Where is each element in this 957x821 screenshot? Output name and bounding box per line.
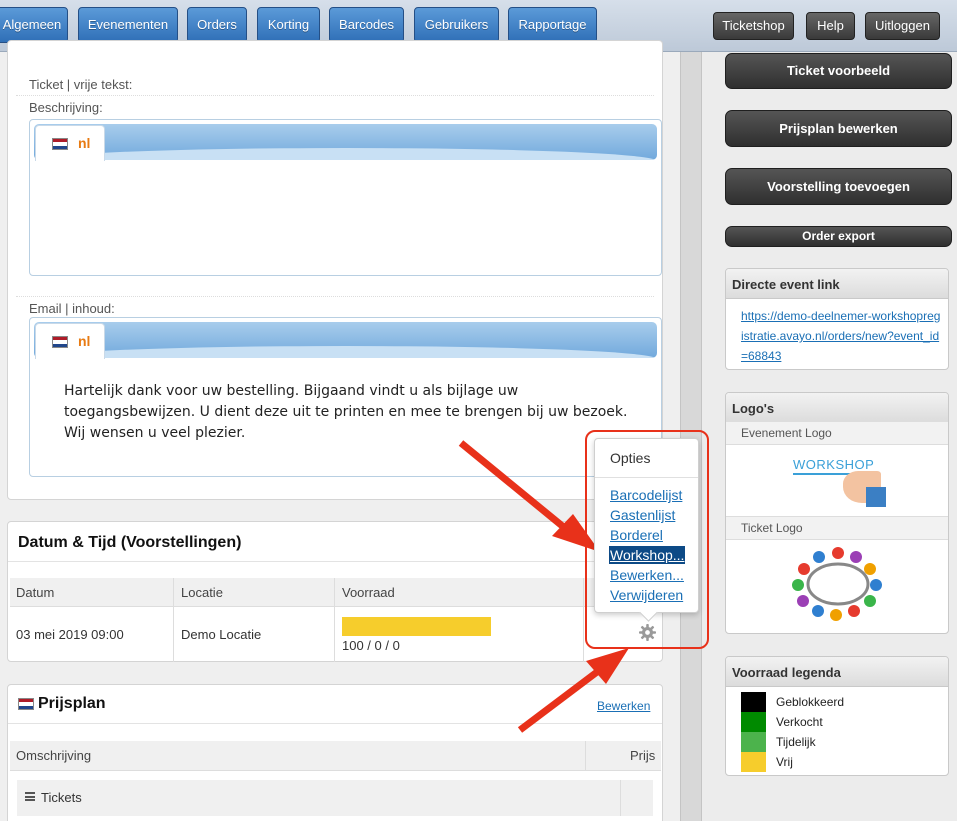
event-logo-label: Evenement Logo bbox=[726, 421, 948, 445]
legend-label-temporary: Tijdelijk bbox=[776, 735, 816, 749]
add-show-button[interactable]: Voorstelling toevoegen bbox=[725, 168, 952, 205]
option-gastenlijst[interactable]: Gastenlijst bbox=[610, 506, 675, 524]
legend-swatch-temporary bbox=[741, 732, 766, 752]
ticket-preview-button[interactable]: Ticket voorbeeld bbox=[725, 53, 952, 89]
popup-title: Opties bbox=[610, 450, 651, 466]
edit-pricing-button[interactable]: Prijsplan bewerken bbox=[725, 110, 952, 147]
ticket-logo-label: Ticket Logo bbox=[726, 516, 948, 540]
option-workshop[interactable]: Workshop... bbox=[609, 546, 686, 564]
tab-nl-label: nl bbox=[78, 333, 91, 349]
ticket-logo-image bbox=[792, 547, 882, 621]
tab-nl[interactable]: nl bbox=[35, 125, 105, 161]
logo-line bbox=[793, 473, 853, 475]
divider bbox=[595, 477, 698, 478]
dutch-flag-icon bbox=[52, 336, 68, 348]
event-link-url[interactable]: https://demo-deelnemer-workshopregistrat… bbox=[741, 306, 943, 366]
dutch-flag-icon bbox=[52, 138, 68, 150]
legend-title: Voorraad legenda bbox=[726, 657, 948, 687]
logos-panel: Logo's Evenement Logo WORKSHOP Ticket Lo… bbox=[725, 392, 949, 634]
legend-swatch-blocked bbox=[741, 692, 766, 712]
sleeve-graphic bbox=[866, 487, 886, 507]
option-bewerken[interactable]: Bewerken... bbox=[610, 566, 684, 584]
event-link-panel: Directe event link https://demo-deelneme… bbox=[725, 268, 949, 370]
option-borderel[interactable]: Borderel bbox=[610, 526, 663, 544]
legend-swatch-sold bbox=[741, 712, 766, 732]
legend-label-sold: Verkocht bbox=[776, 715, 823, 729]
event-logo-text: WORKSHOP bbox=[793, 457, 875, 472]
tab-nl-label: nl bbox=[78, 135, 91, 151]
legend-label-blocked: Geblokkeerd bbox=[776, 695, 845, 709]
tab-nl[interactable]: nl bbox=[35, 323, 105, 359]
option-verwijderen[interactable]: Verwijderen bbox=[610, 586, 683, 604]
event-link-title: Directe event link bbox=[726, 269, 948, 299]
legend-label-free: Vrij bbox=[776, 755, 793, 769]
option-barcodelijst[interactable]: Barcodelijst bbox=[610, 486, 682, 504]
stock-legend-panel: Voorraad legenda Geblokkeerd Verkocht Ti… bbox=[725, 656, 949, 776]
order-export-button[interactable]: Order export bbox=[725, 226, 952, 247]
event-logo-image: WORKSHOP bbox=[788, 453, 888, 508]
logos-title: Logo's bbox=[726, 393, 948, 423]
options-popup: Opties Barcodelijst Gastenlijst Borderel… bbox=[594, 438, 699, 613]
legend-swatch-free bbox=[741, 752, 766, 772]
